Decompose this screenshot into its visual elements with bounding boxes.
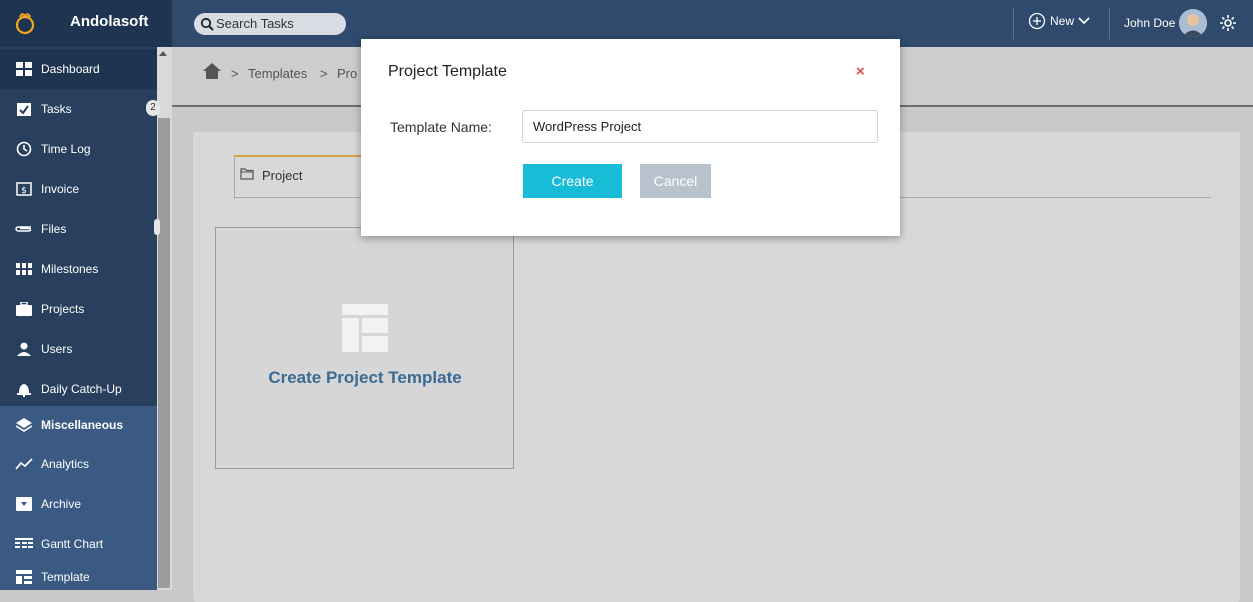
- sidebar-item-label: Invoice: [41, 182, 80, 196]
- breadcrumb-separator: >: [231, 66, 239, 81]
- breadcrumb-separator: >: [320, 66, 328, 81]
- search-icon: [200, 17, 214, 31]
- gear-icon[interactable]: [1219, 14, 1237, 32]
- brand-area[interactable]: Andolasoft: [0, 0, 172, 47]
- sidebar-item-label: Archive: [41, 497, 82, 511]
- close-icon[interactable]: ×: [856, 63, 865, 80]
- sidebar-item-users[interactable]: Users: [0, 329, 157, 369]
- sidebar-item-files[interactable]: Files: [0, 209, 157, 249]
- new-button[interactable]: New: [1028, 12, 1090, 30]
- search-input[interactable]: Search Tasks: [194, 13, 346, 35]
- sidebar-item-miscellaneous[interactable]: Miscellaneous: [0, 406, 157, 444]
- sidebar-item-analytics[interactable]: Analytics: [0, 444, 157, 484]
- gantt-icon: [15, 535, 33, 553]
- sidebar-item-daily-catch-up[interactable]: Daily Catch-Up: [0, 369, 157, 409]
- sidebar-item-label: Dashboard: [41, 62, 100, 76]
- orange-logo-icon: [15, 13, 35, 35]
- avatar[interactable]: [1179, 9, 1207, 37]
- sidebar-item-gantt-chart[interactable]: Gantt Chart: [0, 524, 157, 564]
- template-layout-icon: [342, 304, 388, 352]
- breadcrumb-templates[interactable]: Templates: [248, 66, 307, 81]
- create-button[interactable]: Create: [523, 164, 622, 198]
- modal-title: Project Template: [388, 63, 507, 80]
- sidebar-item-invoice[interactable]: $ Invoice: [0, 169, 157, 209]
- template-name-label: Template Name:: [390, 119, 492, 135]
- sidebar-item-label: Milestones: [41, 262, 99, 276]
- user-icon: [15, 340, 33, 358]
- topbar-divider: [1109, 8, 1110, 39]
- scroll-up-arrow-icon[interactable]: [159, 51, 167, 56]
- sidebar-item-label: Analytics: [41, 457, 90, 471]
- chevron-down-icon: [1078, 17, 1090, 25]
- topbar-divider: [1013, 8, 1014, 39]
- brand-name: Andolasoft: [70, 13, 149, 30]
- template-name-input[interactable]: [522, 110, 878, 143]
- sidebar-item-label: Miscellaneous: [41, 418, 124, 432]
- create-project-template-label[interactable]: Create Project Template: [265, 367, 465, 388]
- sidebar-item-template[interactable]: Template: [0, 564, 157, 590]
- search-placeholder: Search Tasks: [216, 16, 294, 31]
- sidebar-item-milestones[interactable]: Milestones: [0, 249, 157, 289]
- bell-icon: [15, 380, 33, 398]
- archive-icon: [15, 495, 33, 513]
- layers-icon: [15, 416, 33, 434]
- cancel-button[interactable]: Cancel: [640, 164, 711, 198]
- briefcase-icon: [15, 300, 33, 318]
- sidebar-item-label: Tasks: [41, 102, 72, 116]
- breadcrumb-current: Pro: [337, 66, 358, 81]
- sidebar-item-tasks[interactable]: Tasks: [0, 89, 157, 129]
- analytics-icon: [15, 455, 33, 473]
- home-icon[interactable]: [202, 62, 222, 80]
- sidebar-item-dashboard[interactable]: Dashboard: [0, 49, 157, 89]
- new-label: New: [1050, 14, 1075, 28]
- user-avatar-icon: [1179, 9, 1207, 37]
- dashboard-icon: [15, 60, 33, 78]
- files-badge: [154, 219, 160, 235]
- user-name[interactable]: John Doe: [1124, 16, 1175, 30]
- sidebar-item-label: Daily Catch-Up: [41, 382, 122, 396]
- sidebar-item-time-log[interactable]: Time Log: [0, 129, 157, 169]
- sidebar-item-label: Files: [41, 222, 67, 236]
- sidebar-item-label: Users: [41, 342, 73, 356]
- sidebar-item-projects[interactable]: Projects: [0, 289, 157, 329]
- tab-label: Project: [262, 168, 303, 183]
- sidebar-item-label: Template: [41, 570, 90, 584]
- sidebar-item-label: Projects: [41, 302, 85, 316]
- milestones-icon: [15, 260, 33, 278]
- sidebar-item-label: Gantt Chart: [41, 537, 104, 551]
- invoice-icon: $: [15, 180, 33, 198]
- folder-icon: [240, 168, 254, 180]
- plus-circle-icon: [1028, 12, 1046, 30]
- tasks-count-badge: 2: [146, 100, 160, 116]
- sidebar-item-label: Time Log: [41, 142, 91, 156]
- template-icon: [15, 568, 33, 586]
- clock-icon: [15, 140, 33, 158]
- svg-text:$: $: [21, 186, 27, 196]
- sidebar-scroll-thumb[interactable]: [158, 118, 170, 588]
- tasks-icon: [15, 100, 33, 118]
- sidebar-item-archive[interactable]: Archive: [0, 484, 157, 524]
- paperclip-icon: [15, 220, 33, 238]
